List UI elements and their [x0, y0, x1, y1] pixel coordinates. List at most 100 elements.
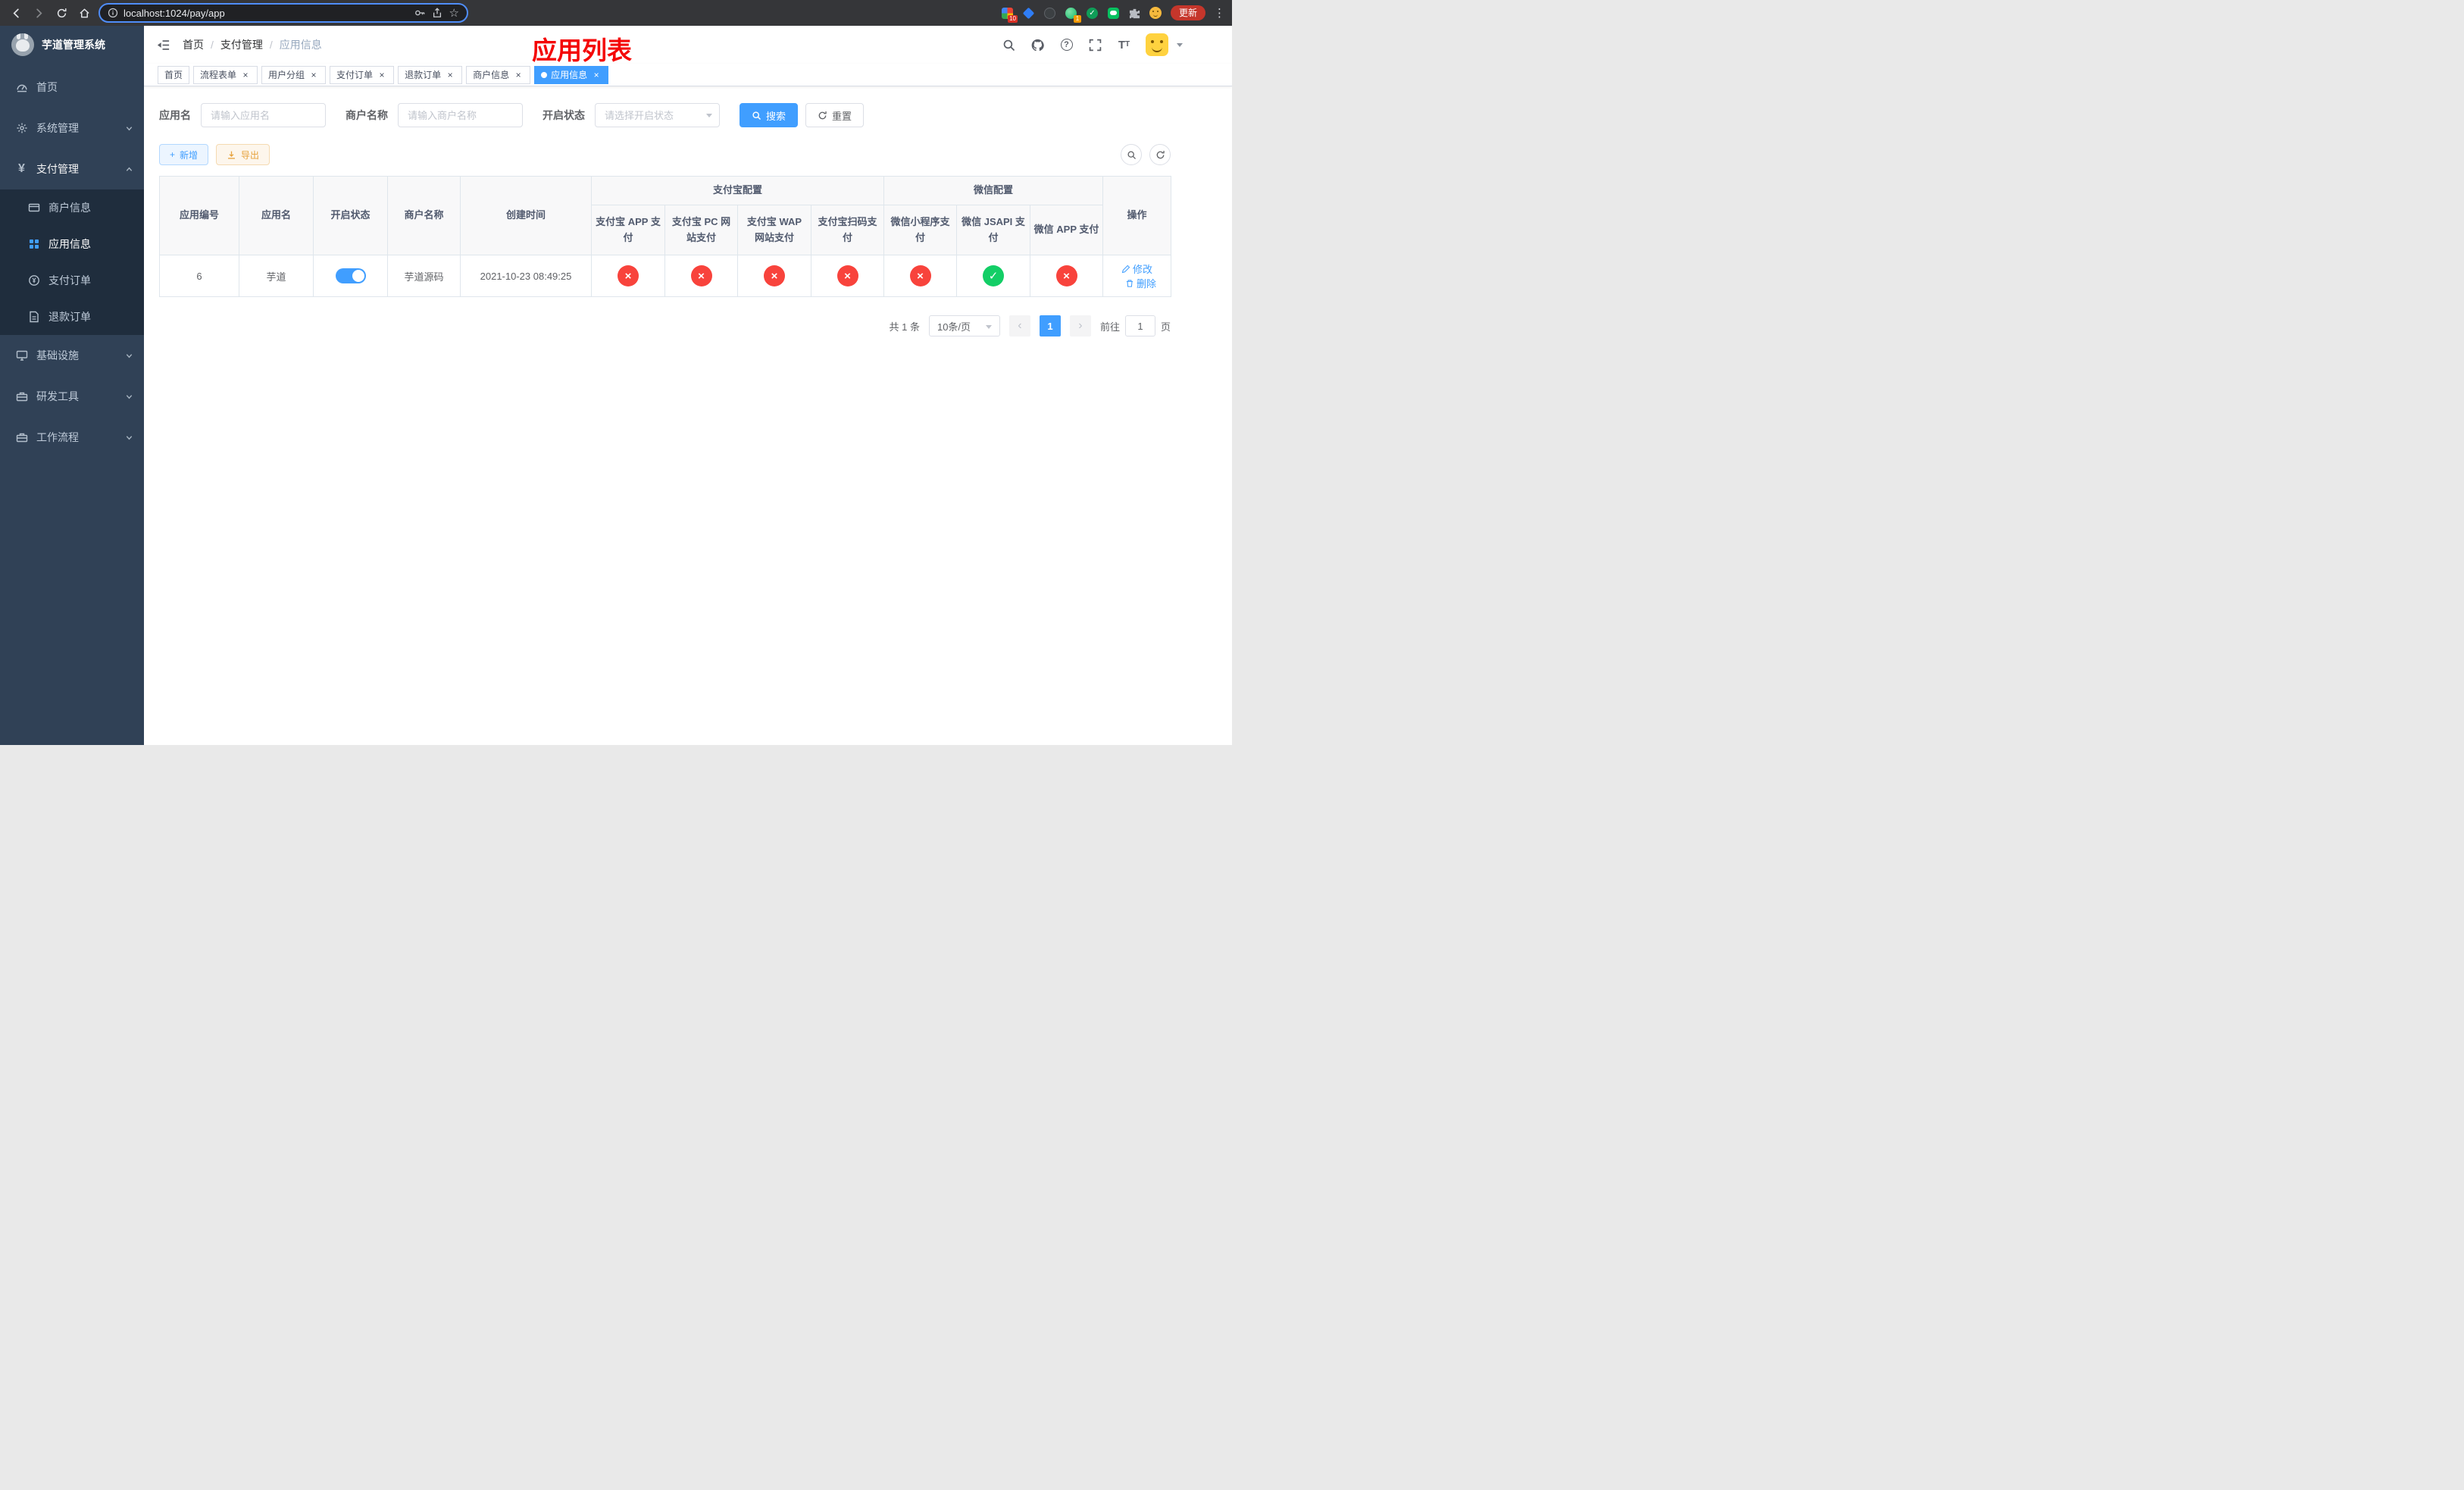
sidebar-item-workflow[interactable]: 工作流程 — [0, 417, 144, 458]
export-button[interactable]: 导出 — [216, 144, 270, 165]
page-size-select[interactable]: 10条/页 — [928, 315, 1000, 337]
browser-reload-button[interactable] — [53, 5, 70, 21]
edit-link[interactable]: 修改 — [1121, 261, 1152, 276]
browser-profile-avatar[interactable] — [1149, 7, 1162, 20]
sidebar-item-home[interactable]: 首页 — [0, 67, 144, 108]
sidebar-item-infrastructure[interactable]: 基础设施 — [0, 335, 144, 376]
chevron-down-icon — [126, 353, 133, 358]
help-icon[interactable]: ? — [1059, 38, 1074, 52]
add-button[interactable]: + 新增 — [159, 144, 209, 165]
app-name-input[interactable] — [201, 103, 326, 127]
close-icon[interactable]: × — [240, 70, 251, 80]
app-table: 应用编号 应用名 开启状态 商户名称 创建时间 支付宝配置 微信配置 操作 支付… — [159, 176, 1172, 297]
breadcrumb-item-home[interactable]: 首页 — [183, 37, 204, 52]
reset-button[interactable]: 重置 — [805, 103, 865, 127]
site-info-icon[interactable] — [108, 8, 118, 18]
tab-pay-orders[interactable]: 支付订单 × — [330, 65, 395, 84]
extension-avatar-icon[interactable]: 1 — [1065, 7, 1081, 23]
channel-status-wx-app: × — [1055, 265, 1077, 286]
refresh-table-button[interactable] — [1149, 144, 1171, 165]
breadcrumb-item-app-info: 应用信息 — [279, 39, 322, 51]
yen-icon: ¥ — [18, 162, 25, 175]
avatar-caret-icon[interactable] — [1177, 42, 1183, 47]
sidebar-item-pay-orders[interactable]: 支付订单 — [0, 262, 144, 299]
close-icon[interactable]: × — [513, 70, 524, 80]
header-actions: ? TT — [1002, 33, 1183, 56]
grid-icon — [27, 238, 40, 251]
tab-home[interactable]: 首页 — [158, 65, 190, 84]
status-select[interactable] — [595, 103, 720, 127]
table-toolbar: + 新增 导出 — [159, 144, 1171, 165]
sidebar-menu: 首页 系统管理 ¥ 支付管理 商户信息 应用信息 支付订单 退款订单 基础设施 … — [0, 67, 144, 458]
enabled-toggle[interactable] — [335, 268, 366, 283]
col-wx-mini: 微信小程序支付 — [883, 205, 958, 255]
search-button[interactable]: 搜索 — [740, 103, 799, 127]
dashboard-icon — [15, 81, 28, 94]
extension-wechat-icon[interactable] — [1107, 7, 1120, 20]
table-row: 6 芋道 芋道源码 2021-10-23 08:49:25 × × × × × … — [159, 255, 1172, 297]
document-icon — [27, 311, 40, 324]
channel-status-wx-mini: × — [909, 265, 931, 286]
extension-check-icon[interactable]: ✓ — [1086, 7, 1099, 20]
merchant-name-input[interactable] — [398, 103, 523, 127]
chevron-up-icon — [126, 167, 133, 171]
toolbox-icon — [15, 431, 28, 444]
col-alipay-app: 支付宝 APP 支付 — [591, 205, 665, 255]
circled-yen-icon — [27, 274, 40, 287]
sidebar-item-app-info[interactable]: 应用信息 — [0, 226, 144, 262]
collapse-sidebar-button[interactable] — [155, 36, 171, 53]
address-bar[interactable]: localhost:1024/pay/app ☆ — [98, 3, 468, 23]
col-alipay-wap: 支付宝 WAP 网站支付 — [737, 205, 811, 255]
extension-gem-icon[interactable] — [1022, 7, 1035, 20]
tab-app-info[interactable]: 应用信息 × — [534, 65, 609, 84]
sidebar-item-dev-tools[interactable]: 研发工具 — [0, 376, 144, 417]
col-status: 开启状态 — [313, 176, 388, 255]
browser-update-button[interactable]: 更新 — [1170, 5, 1205, 20]
chevron-down-icon — [126, 435, 133, 440]
fullscreen-icon[interactable] — [1088, 38, 1102, 52]
delete-link[interactable]: 删除 — [1125, 276, 1156, 290]
goto-page-input[interactable] — [1124, 315, 1155, 337]
payment-submenu: 商户信息 应用信息 支付订单 退款订单 — [0, 189, 144, 335]
extension-dark-icon[interactable] — [1043, 7, 1056, 20]
tags-view: 首页 流程表单 × 用户分组 × 支付订单 × 退款订单 × 商户信息 × 应用… — [144, 64, 1232, 86]
font-size-icon[interactable]: TT — [1117, 38, 1131, 52]
next-page-button[interactable]: › — [1069, 315, 1091, 337]
sidebar: 芋道管理系统 首页 系统管理 ¥ 支付管理 商户信息 应用信息 支付订单 退款订… — [0, 26, 144, 745]
share-icon[interactable] — [432, 8, 442, 18]
browser-extensions-area: 10 1 ✓ 更新 ⋮ — [1001, 5, 1225, 23]
close-icon[interactable]: × — [377, 70, 387, 80]
browser-back-button[interactable] — [8, 5, 24, 21]
page-number-1[interactable]: 1 — [1039, 315, 1061, 337]
browser-menu-button[interactable]: ⋮ — [1214, 6, 1225, 20]
tab-refund-orders[interactable]: 退款订单 × — [398, 65, 463, 84]
search-icon[interactable] — [1002, 38, 1016, 52]
user-avatar[interactable] — [1146, 33, 1168, 56]
sidebar-item-refund-orders[interactable]: 退款订单 — [0, 299, 144, 335]
tab-user-group[interactable]: 用户分组 × — [261, 65, 327, 84]
close-icon[interactable]: × — [591, 70, 602, 80]
breadcrumb-item-payment: 支付管理 — [220, 39, 263, 51]
extension-grid-icon[interactable]: 10 — [1001, 7, 1018, 23]
tab-process-form[interactable]: 流程表单 × — [193, 65, 258, 84]
group-wechat-config: 微信配置 — [883, 176, 1104, 205]
sidebar-item-merchant-info[interactable]: 商户信息 — [0, 189, 144, 226]
browser-home-button[interactable] — [76, 5, 92, 21]
sidebar-item-payment[interactable]: ¥ 支付管理 — [0, 149, 144, 189]
col-operations: 操作 — [1102, 176, 1172, 255]
close-icon[interactable]: × — [308, 70, 319, 80]
close-icon[interactable]: × — [445, 70, 455, 80]
password-key-icon[interactable] — [414, 8, 425, 18]
extensions-puzzle-icon[interactable] — [1128, 7, 1141, 20]
page-annotation: 应用列表 — [532, 36, 632, 64]
tab-merchant-info[interactable]: 商户信息 × — [466, 65, 531, 84]
sidebar-item-system[interactable]: 系统管理 — [0, 108, 144, 149]
github-icon[interactable] — [1030, 38, 1045, 52]
prev-page-button[interactable]: ‹ — [1008, 315, 1030, 337]
col-app-id: 应用编号 — [159, 176, 239, 255]
toggle-search-button[interactable] — [1121, 144, 1142, 165]
bookmark-star-icon[interactable]: ☆ — [449, 8, 459, 19]
col-merchant: 商户名称 — [387, 176, 461, 255]
col-alipay-qr: 支付宝扫码支付 — [810, 205, 885, 255]
browser-forward-button[interactable] — [30, 5, 47, 21]
